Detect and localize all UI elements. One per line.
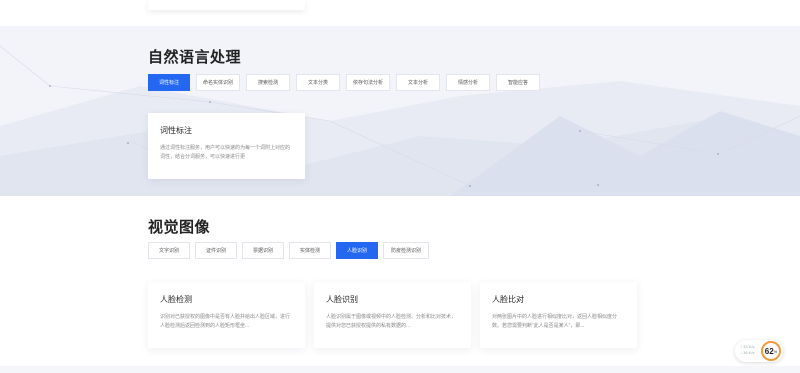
usage-percent-ring: 62% xyxy=(761,341,781,361)
card-title: 词性标注 xyxy=(160,126,192,135)
nlp-section: 自然语言处理 词性标注 命名实体识别 搜索检测 文本分类 依存句法分析 文本分析… xyxy=(0,26,800,196)
tab-text-classify[interactable]: 文本分类 xyxy=(296,74,340,91)
next-section-band xyxy=(0,366,800,373)
tab-sentiment[interactable]: 情感分析 xyxy=(446,74,490,91)
card-title: 人脸比对 xyxy=(492,295,524,304)
card-description: 识别对已获授权的图像中是否有人脸并给出人脸区域，进行人脸检测后返回检测到的人脸矩… xyxy=(160,314,291,329)
card-description: 对两张图片中的人脸进行相似度比对，返回人脸相似度分数。若您需要判断“此人是否是某… xyxy=(492,314,618,329)
face-detection-card[interactable]: 人脸检测 识别对已获授权的图像中是否有人脸并给出人脸区域，进行人脸检测后返回检测… xyxy=(148,282,305,348)
tab-epidemic-detect[interactable]: 防疫检测识别 xyxy=(383,242,429,259)
nlp-feature-card[interactable]: 词性标注 通过词性标注服务，用户可以快速的为每一个词附上对应的词性，结合分词服务… xyxy=(148,113,305,179)
tab-text-analysis[interactable]: 文本分析 xyxy=(396,74,440,91)
download-speed: ↓ 38 K/s xyxy=(740,350,755,355)
cv-section-title: 视觉图像 xyxy=(148,219,211,236)
tab-pos-tagging[interactable]: 词性标注 xyxy=(148,74,190,91)
tab-dependency-parse[interactable]: 依存句法分析 xyxy=(346,74,390,91)
tab-object-detect[interactable]: 实体检测 xyxy=(289,242,331,259)
previous-card-bottom xyxy=(148,0,305,10)
tab-smart-reply[interactable]: 智能应答 xyxy=(496,74,540,91)
face-compare-card[interactable]: 人脸比对 对两张图片中的人脸进行相似度比对，返回人脸相似度分数。若您需要判断“此… xyxy=(480,282,637,348)
card-description: 人脸识别属于图像或视频中的人脸检测、分析和比对技术，提供对您已获授权提供的私有数… xyxy=(326,314,457,329)
usage-percent-unit: % xyxy=(773,348,778,354)
tab-ocr[interactable]: 文字识别 xyxy=(148,242,190,259)
nlp-section-title: 自然语言处理 xyxy=(148,49,242,66)
tab-search-detect[interactable]: 搜索检测 xyxy=(246,74,290,91)
speed-readout: ↑ 33 K/s ↓ 38 K/s xyxy=(740,344,754,356)
card-description: 通过词性标注服务，用户可以快速的为每一个词附上对应的词性，结合分词服务，可以快速… xyxy=(160,145,291,160)
card-title: 人脸识别 xyxy=(326,295,358,304)
usage-percent: 62 xyxy=(764,346,774,356)
network-speed-widget[interactable]: ↑ 33 K/s ↓ 38 K/s 62% xyxy=(735,340,783,362)
tab-id-card[interactable]: 证件识别 xyxy=(195,242,237,259)
face-recognition-card[interactable]: 人脸识别 人脸识别属于图像或视频中的人脸检测、分析和比对技术，提供对您已获授权提… xyxy=(314,282,471,348)
tab-face-recognition[interactable]: 人脸识别 xyxy=(336,242,378,259)
card-title: 人脸检测 xyxy=(160,295,192,304)
tab-ner[interactable]: 命名实体识别 xyxy=(196,74,240,91)
nlp-tab-bar: 词性标注 命名实体识别 搜索检测 文本分类 依存句法分析 文本分析 情感分析 智… xyxy=(148,74,546,91)
cv-tab-bar: 文字识别 证件识别 票据识别 实体检测 人脸识别 防疫检测识别 xyxy=(148,242,435,259)
cv-section: 视觉图像 文字识别 证件识别 票据识别 实体检测 人脸识别 防疫检测识别 人脸检… xyxy=(0,196,800,366)
background-network-art xyxy=(0,45,800,196)
tab-invoice[interactable]: 票据识别 xyxy=(242,242,284,259)
